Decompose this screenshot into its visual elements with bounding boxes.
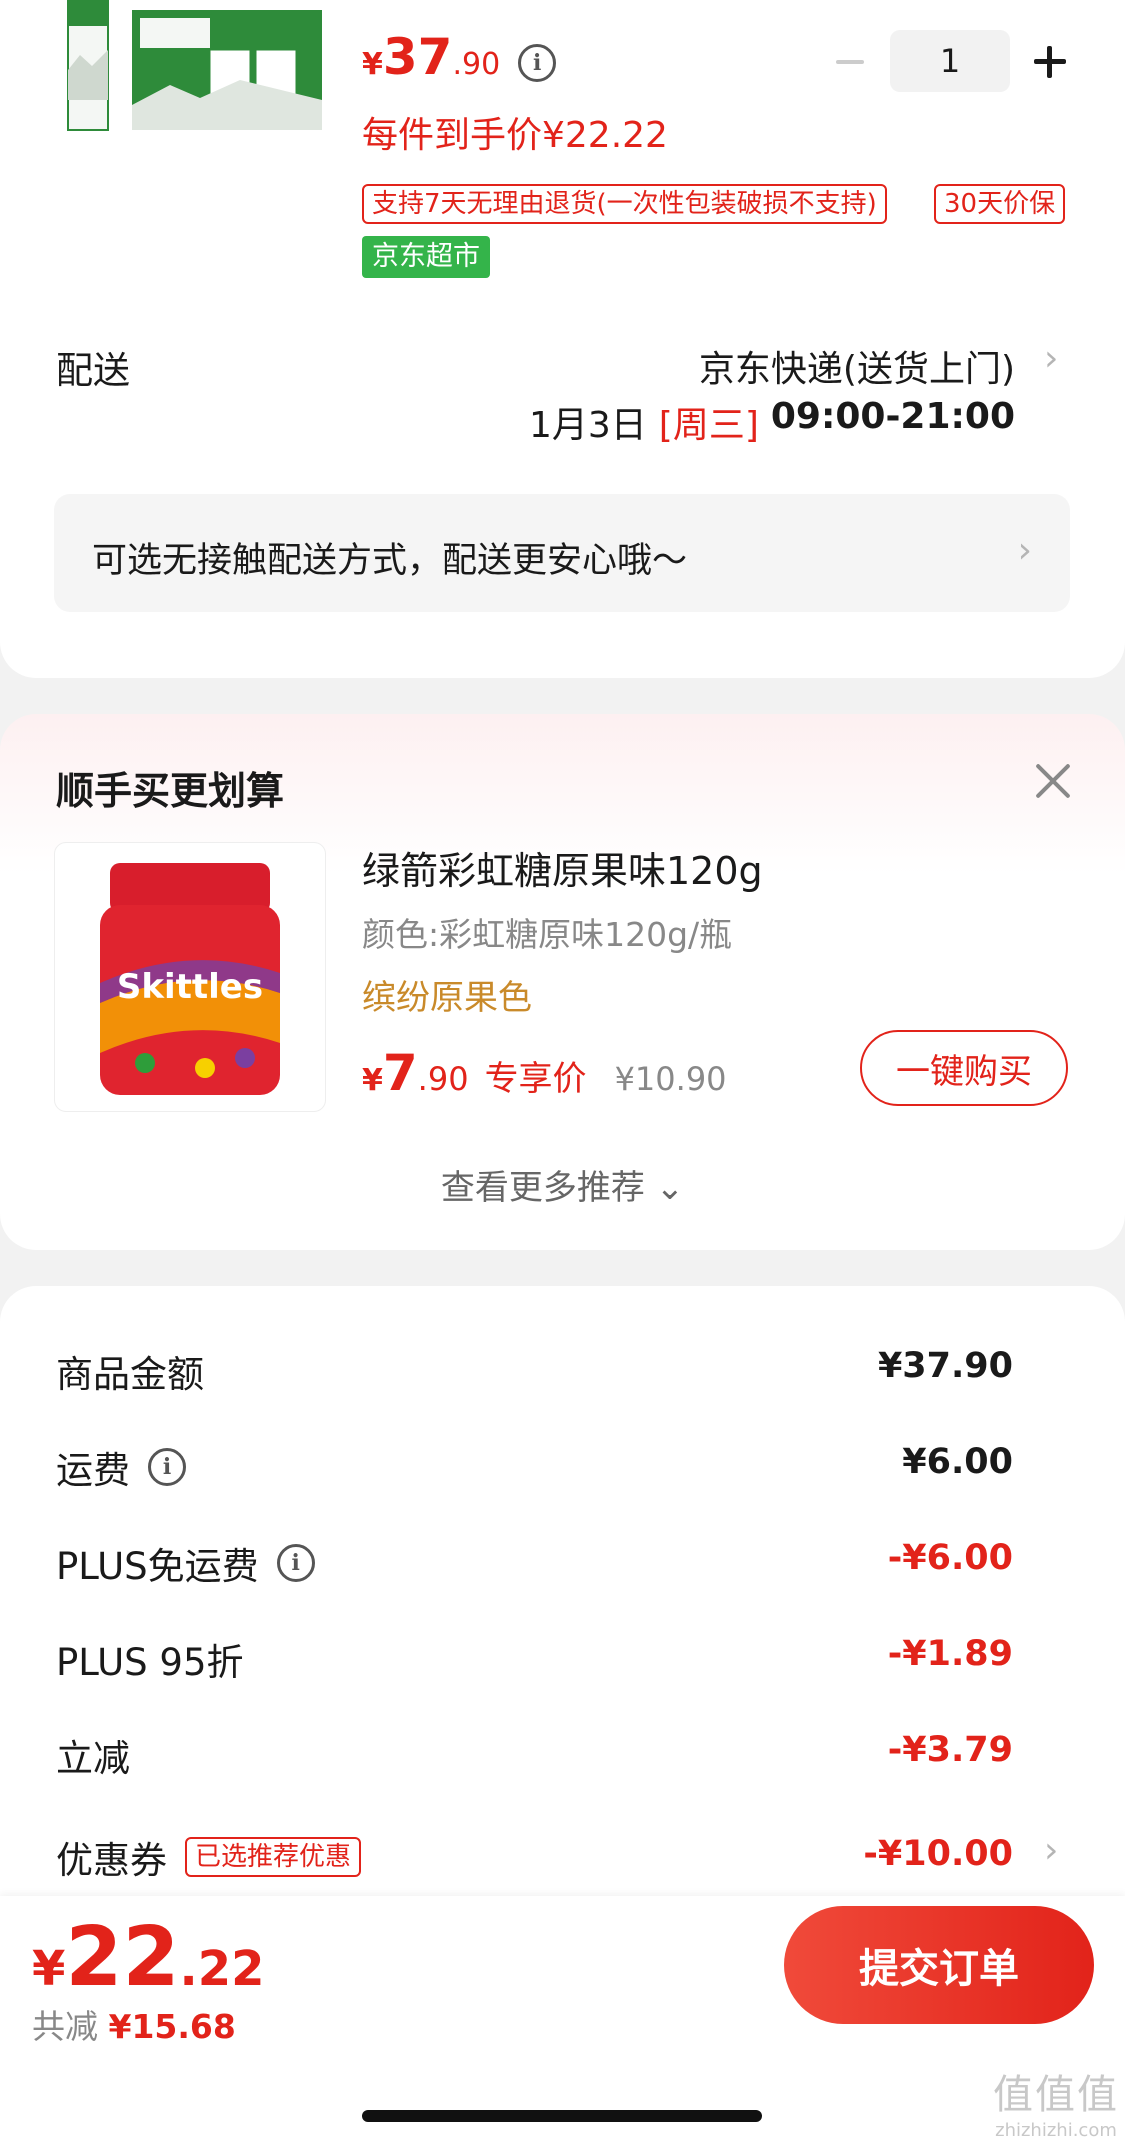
coupon-label: 优惠券: [56, 1839, 167, 1882]
delivery-time[interactable]: 1月3日 [周三] 09:00-21:00: [529, 396, 1015, 448]
plus-discount-value: -¥1.89: [887, 1634, 1013, 1674]
price-symbol: ¥: [362, 47, 383, 82]
price-decimal: .90: [417, 1060, 469, 1098]
milk-box-product-image[interactable]: [60, 0, 322, 138]
watermark-url: zhizhizhi.com: [995, 2120, 1117, 2141]
plus-free-shipping-value: -¥6.00: [887, 1538, 1013, 1578]
goods-amount-label: 商品金额: [56, 1353, 204, 1396]
price-integer: 37: [382, 28, 453, 86]
plus-free-shipping-label: PLUS免运费: [56, 1545, 259, 1588]
candy-jar-icon: Skittles: [100, 863, 280, 1095]
summary-row-label: PLUS免运费 i: [56, 1536, 315, 1590]
instant-discount-label: 立减: [56, 1737, 130, 1780]
chevron-right-icon[interactable]: ›: [1044, 338, 1058, 379]
saved-amount: ¥15.68: [108, 2007, 236, 2046]
total-decimal: .22: [179, 1941, 265, 1997]
more-recommend-link[interactable]: 查看更多推荐 ⌄: [0, 1160, 1125, 1209]
original-price: ¥10.90: [614, 1060, 727, 1098]
svg-text:Skittles: Skittles: [117, 967, 263, 1007]
skittles-product-image[interactable]: Skittles: [54, 842, 326, 1112]
total-integer: 22: [65, 1910, 180, 2005]
instant-discount-value: -¥3.79: [887, 1730, 1013, 1770]
delivery-date: 1月3日: [528, 405, 647, 446]
recommend-title: 顺手买更划算: [56, 769, 285, 813]
product-card: ¥ 37 .90 i 1 每件到手价¥22.22 支持7天无理由退货(一次性包装…: [0, 0, 1125, 678]
price-symbol: ¥: [362, 1063, 383, 1098]
return-policy-tag: 支持7天无理由退货(一次性包装破损不支持): [362, 184, 887, 224]
submit-order-button[interactable]: 提交订单: [784, 1906, 1094, 2024]
recommend-product-spec: 颜色:彩虹糖原味120g/瓶: [362, 915, 733, 954]
recommend-price: ¥ 7 .90 专享价 ¥10.90: [362, 1044, 727, 1102]
chevron-right-icon[interactable]: ›: [1044, 1830, 1058, 1871]
recommend-product-name[interactable]: 绿箭彩虹糖原果味120g: [362, 840, 763, 895]
info-icon[interactable]: i: [276, 1544, 315, 1582]
shipping-value: ¥6.00: [902, 1442, 1013, 1482]
info-icon[interactable]: i: [148, 1448, 186, 1486]
quantity-decrease-button[interactable]: [832, 44, 868, 80]
saved-label: 共减: [32, 2007, 98, 2046]
unit-price: 每件到手价¥22.22: [362, 115, 668, 156]
summary-row-label: PLUS 95折: [56, 1632, 244, 1686]
summary-row-label: 立减: [56, 1728, 130, 1782]
delivery-label: 配送: [56, 349, 130, 392]
exclusive-price-label: 专享价: [484, 1059, 587, 1099]
coupon-value[interactable]: -¥10.00: [863, 1834, 1013, 1874]
store-tag: 京东超市: [362, 236, 490, 278]
shipping-label: 运费: [56, 1449, 130, 1492]
product-price: ¥ 37 .90 i: [362, 28, 557, 98]
one-click-buy-button[interactable]: 一键购买: [860, 1030, 1068, 1106]
close-icon[interactable]: [1034, 762, 1072, 800]
info-icon[interactable]: i: [518, 44, 557, 82]
quantity-input[interactable]: 1: [890, 30, 1010, 92]
delivery-hours: 09:00-21:00: [770, 396, 1015, 437]
contactless-delivery-notice[interactable]: 可选无接触配送方式，配送更安心哦～ ›: [54, 494, 1070, 612]
watermark: 值值值 zhizhizhi.com: [993, 2062, 1119, 2141]
checkout-bar: ¥ 22 .22 共减 ¥15.68 提交订单 值值值 zhizhizhi.co…: [0, 1896, 1125, 2146]
price-protect-tag: 30天价保: [934, 184, 1066, 224]
plus-discount-label: PLUS 95折: [56, 1641, 244, 1684]
price-decimal: .90: [452, 47, 501, 82]
delivery-method[interactable]: 京东快递(送货上门): [699, 340, 1015, 392]
total-symbol: ¥: [32, 1941, 66, 1997]
quantity-increase-button[interactable]: [1032, 44, 1068, 80]
summary-row-label: 商品金额: [56, 1344, 204, 1398]
summary-row-label: 运费 i: [56, 1440, 186, 1494]
coupon-row[interactable]: 优惠券 已选推荐优惠: [56, 1830, 362, 1884]
delivery-weekday: [周三]: [658, 405, 759, 446]
notice-text: 可选无接触配送方式，配送更安心哦～: [92, 541, 688, 581]
chevron-right-icon: ›: [1017, 530, 1032, 571]
price-integer: 7: [382, 1044, 418, 1102]
goods-amount-value: ¥37.90: [877, 1346, 1013, 1386]
home-indicator[interactable]: [362, 2110, 762, 2122]
coupon-selected-tag: 已选推荐优惠: [185, 1837, 362, 1877]
watermark-logo: 值值值: [993, 2072, 1119, 2118]
recommend-product-flavor: 缤纷原果色: [362, 978, 532, 1018]
total-saved: 共减 ¥15.68: [32, 2000, 236, 2048]
total-price: ¥ 22 .22: [32, 1910, 265, 2005]
